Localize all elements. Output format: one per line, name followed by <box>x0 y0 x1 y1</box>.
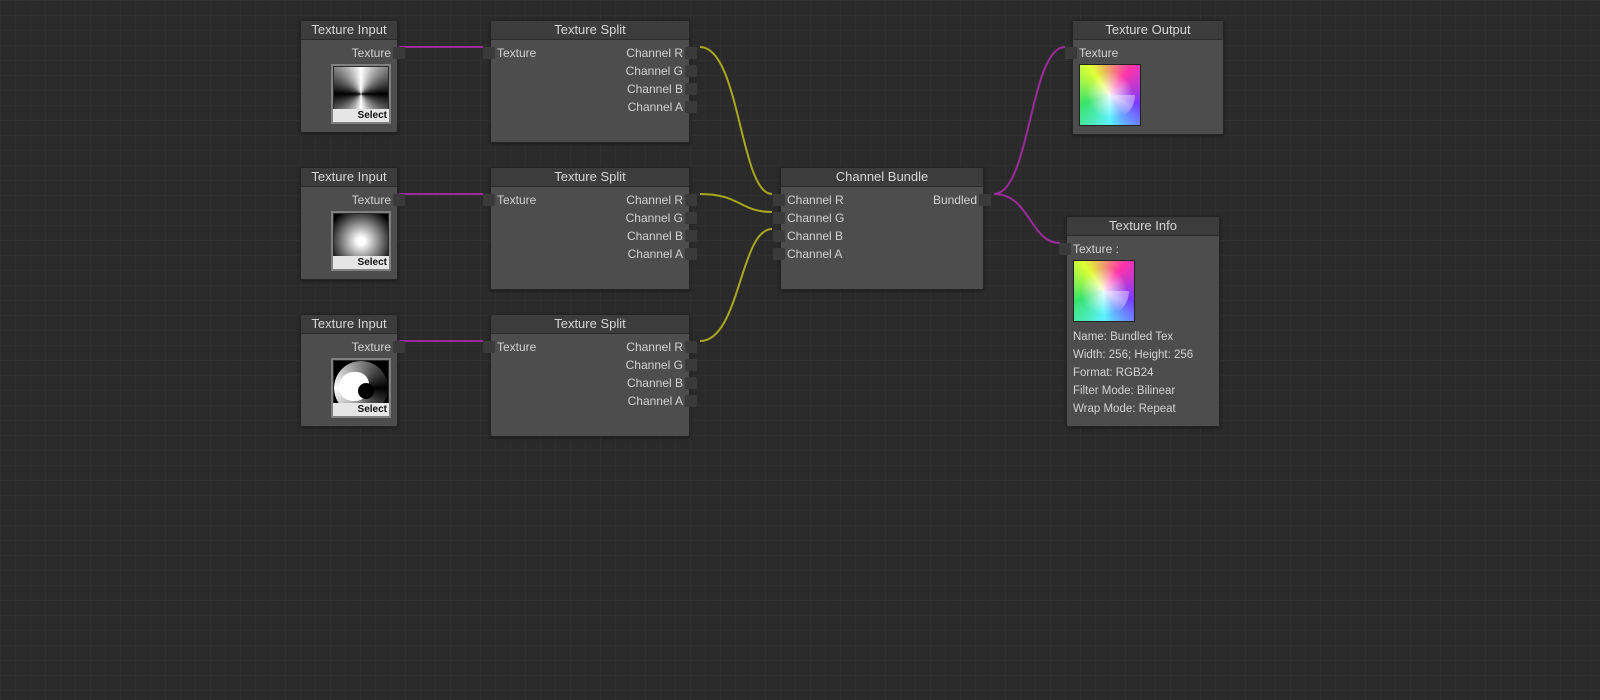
output-label-texture: Texture <box>352 46 391 60</box>
output-port-r[interactable] <box>685 341 697 353</box>
output-label-a: Channel A <box>628 100 683 114</box>
output-label-g: Channel G <box>626 358 683 372</box>
info-filter: Filter Mode: Bilinear <box>1073 382 1213 400</box>
input-label-g: Channel G <box>787 211 844 225</box>
texture-thumbnail[interactable]: Select <box>331 64 391 124</box>
output-label-a: Channel A <box>628 394 683 408</box>
node-texture-split-3[interactable]: Texture Split Texture Channel R Channel … <box>490 314 690 437</box>
output-port-texture[interactable] <box>393 194 405 206</box>
node-texture-split-2[interactable]: Texture Split Texture Channel R Channel … <box>490 167 690 290</box>
output-label-b: Channel B <box>627 229 683 243</box>
output-port-bundled[interactable] <box>979 194 991 206</box>
input-port-g[interactable] <box>773 212 785 224</box>
output-label-bundled: Bundled <box>933 193 977 207</box>
output-port-a[interactable] <box>685 101 697 113</box>
select-button[interactable]: Select <box>333 109 389 122</box>
output-port-texture[interactable] <box>393 47 405 59</box>
input-port-b[interactable] <box>773 230 785 242</box>
node-title: Texture Input <box>301 315 397 334</box>
output-label-r: Channel R <box>626 193 683 207</box>
node-title: Texture Split <box>491 168 689 187</box>
output-label-g: Channel G <box>626 64 683 78</box>
texture-thumbnail[interactable]: Select <box>331 211 391 271</box>
node-title: Channel Bundle <box>781 168 983 187</box>
node-title: Texture Split <box>491 21 689 40</box>
input-port-texture[interactable] <box>1059 243 1071 255</box>
node-texture-split-1[interactable]: Texture Split Texture Channel R Channel … <box>490 20 690 143</box>
output-port-r[interactable] <box>685 194 697 206</box>
output-port-a[interactable] <box>685 248 697 260</box>
texture-thumbnail[interactable]: Select <box>331 358 391 418</box>
input-label-texture: Texture <box>497 193 536 207</box>
output-port-texture[interactable] <box>393 341 405 353</box>
output-port-g[interactable] <box>685 359 697 371</box>
node-title: Texture Input <box>301 21 397 40</box>
input-label-texture: Texture : <box>1073 242 1119 256</box>
input-port-texture[interactable] <box>1065 47 1077 59</box>
node-title: Texture Split <box>491 315 689 334</box>
wires-layer <box>0 0 1600 700</box>
output-port-g[interactable] <box>685 212 697 224</box>
output-label-r: Channel R <box>626 340 683 354</box>
node-texture-output[interactable]: Texture Output Texture <box>1072 20 1224 135</box>
input-label-b: Channel B <box>787 229 843 243</box>
node-texture-input-3[interactable]: Texture Input Texture Select <box>300 314 398 427</box>
output-port-b[interactable] <box>685 83 697 95</box>
input-port-texture[interactable] <box>483 194 495 206</box>
info-format: Format: RGB24 <box>1073 364 1213 382</box>
input-port-r[interactable] <box>773 194 785 206</box>
info-thumbnail <box>1073 260 1135 322</box>
select-button[interactable]: Select <box>333 256 389 269</box>
input-port-a[interactable] <box>773 248 785 260</box>
select-button[interactable]: Select <box>333 403 389 416</box>
output-thumbnail <box>1079 64 1141 126</box>
output-port-r[interactable] <box>685 47 697 59</box>
info-size: Width: 256; Height: 256 <box>1073 346 1213 364</box>
output-label-a: Channel A <box>628 247 683 261</box>
output-label-texture: Texture <box>352 193 391 207</box>
output-port-b[interactable] <box>685 377 697 389</box>
output-label-b: Channel B <box>627 82 683 96</box>
output-label-b: Channel B <box>627 376 683 390</box>
output-label-texture: Texture <box>352 340 391 354</box>
input-port-texture[interactable] <box>483 341 495 353</box>
info-name: Name: Bundled Tex <box>1073 328 1213 346</box>
node-graph-canvas[interactable]: Texture Input Texture Select Texture Inp… <box>0 0 1600 700</box>
input-label-texture: Texture <box>497 340 536 354</box>
output-port-b[interactable] <box>685 230 697 242</box>
info-wrap: Wrap Mode: Repeat <box>1073 400 1213 418</box>
node-texture-info[interactable]: Texture Info Texture : Name: Bundled Tex… <box>1066 216 1220 427</box>
node-title: Texture Input <box>301 168 397 187</box>
input-label-texture: Texture <box>1079 46 1118 60</box>
output-label-g: Channel G <box>626 211 683 225</box>
output-port-g[interactable] <box>685 65 697 77</box>
input-label-texture: Texture <box>497 46 536 60</box>
node-texture-input-1[interactable]: Texture Input Texture Select <box>300 20 398 133</box>
input-label-r: Channel R <box>787 193 844 207</box>
node-channel-bundle[interactable]: Channel Bundle Channel R Channel G Chann… <box>780 167 984 290</box>
output-port-a[interactable] <box>685 395 697 407</box>
input-port-texture[interactable] <box>483 47 495 59</box>
input-label-a: Channel A <box>787 247 842 261</box>
output-label-r: Channel R <box>626 46 683 60</box>
node-texture-input-2[interactable]: Texture Input Texture Select <box>300 167 398 280</box>
node-title: Texture Output <box>1073 21 1223 40</box>
node-title: Texture Info <box>1067 217 1219 236</box>
